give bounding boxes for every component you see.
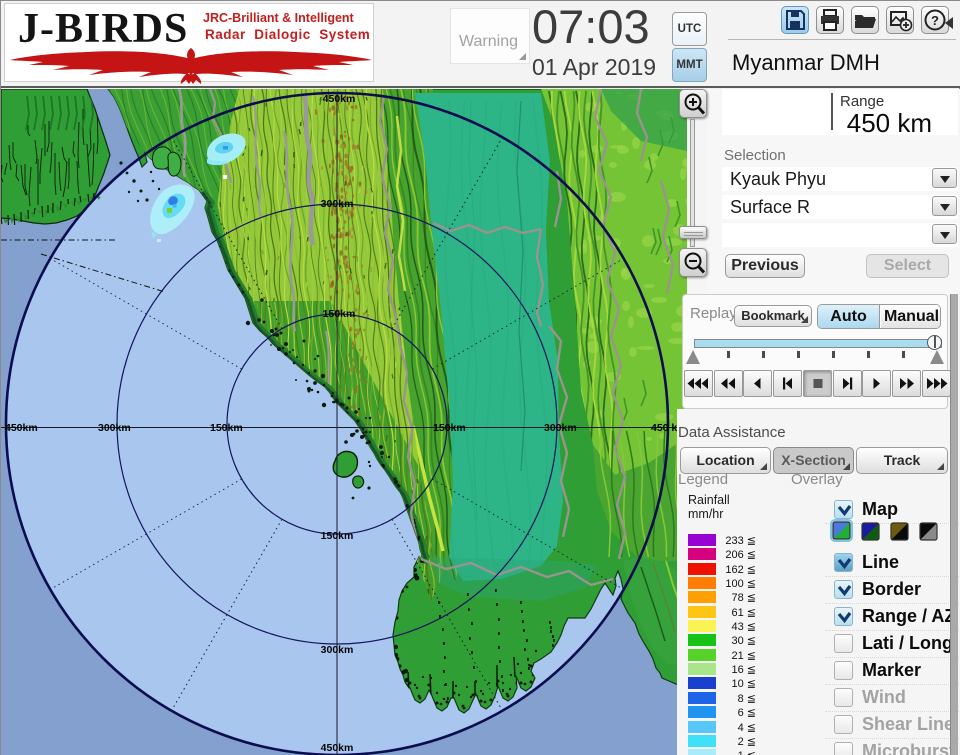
svg-text:150km: 150km xyxy=(321,530,354,542)
svg-text:450km: 450km xyxy=(323,93,356,105)
svg-text:150km: 150km xyxy=(433,422,466,434)
svg-text:150km: 150km xyxy=(323,308,356,320)
svg-text:300km: 300km xyxy=(98,422,131,434)
svg-text:150km: 150km xyxy=(210,422,243,434)
svg-text:450km: 450km xyxy=(321,742,354,754)
svg-text:300km: 300km xyxy=(544,422,577,434)
svg-text:450 k: 450 k xyxy=(651,422,677,434)
svg-text:?: ? xyxy=(931,13,939,28)
svg-text:300km: 300km xyxy=(321,644,354,656)
svg-text:450km: 450km xyxy=(5,422,38,434)
svg-text:300km: 300km xyxy=(321,198,354,210)
